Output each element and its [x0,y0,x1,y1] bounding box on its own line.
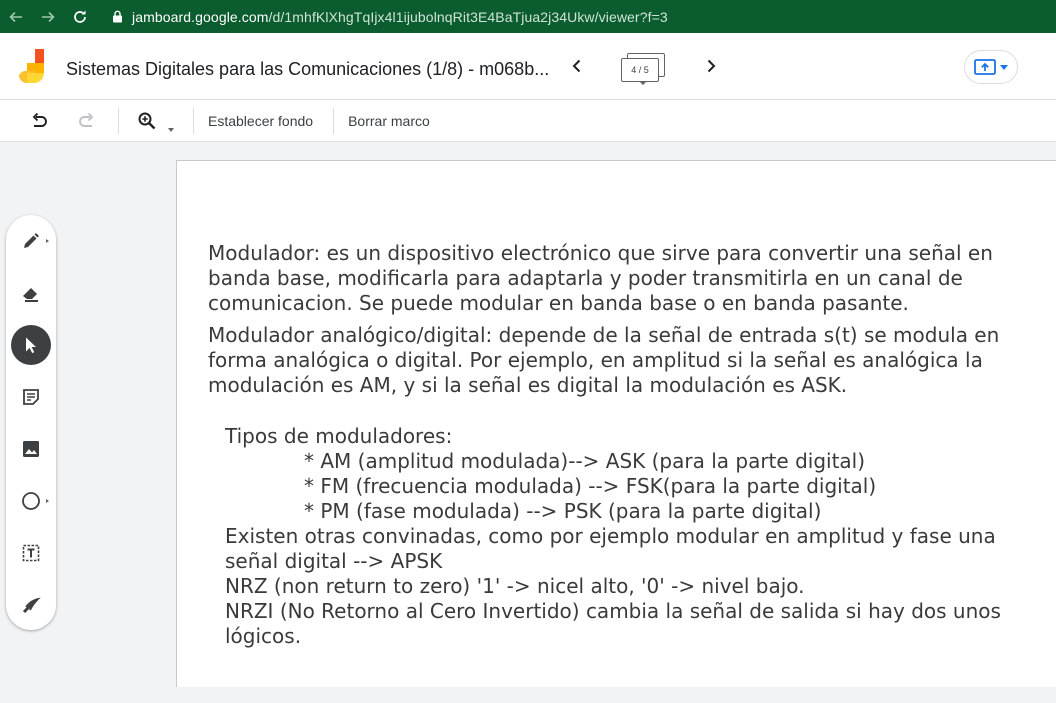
back-button[interactable] [0,0,32,33]
jam-frame-canvas[interactable]: Modulador: es un dispositivo electrónico… [176,160,1056,687]
frame-bar-toggle[interactable]: 4 / 5 [620,51,668,87]
toolbar-divider [118,107,119,134]
redo-button[interactable] [75,109,99,133]
toolbar: Establecer fondo Borrar marco [0,100,1056,142]
select-tool[interactable] [11,325,51,365]
circle-icon [22,492,40,510]
type-list-item: * PM (fase modulada) --> PSK (para la pa… [304,498,822,523]
address-bar[interactable]: jamboard.google.com/d/1mhfKlXhgTqIjx4l1i… [112,9,668,25]
text-box-icon [22,544,40,562]
document-title[interactable]: Sistemas Digitales para las Comunicacion… [66,59,549,80]
eraser-icon [23,288,38,302]
caret-down-icon [640,82,646,85]
url-domain: jamboard.google.com [132,8,269,25]
toolbar-divider [193,107,194,134]
lock-icon [113,10,122,23]
chevron-right-icon[interactable] [700,55,722,77]
undo-button[interactable] [27,109,51,133]
reload-button[interactable] [64,0,96,33]
reload-icon [74,10,86,23]
present-icon [974,59,996,75]
set-background-button[interactable]: Establecer fondo [208,113,313,129]
undo-icon [32,112,47,127]
shape-tool[interactable] [11,481,51,521]
redo-icon [79,112,94,127]
paragraph-nrzi: NRZI (No Retorno al Cero Invertido) camb… [225,599,1001,649]
more-options-indicator [46,499,49,503]
jamboard-logo [19,49,44,83]
laser-tool[interactable] [11,585,51,625]
paragraph-modulator-definition: Modulador: es un dispositivo electrónico… [208,241,993,316]
paragraph-combined: Existen otras convinadas, como por ejemp… [225,523,996,574]
frame-counter-label: 4 / 5 [621,58,659,82]
paragraph-analog-digital: Modulador analógico/digital: depende de … [208,323,1000,398]
type-list-item: * AM (amplitud modulada)--> ASK (para la… [304,448,866,473]
sticky-note-icon [23,389,39,405]
text-box-tool[interactable] [11,533,51,573]
caret-down-icon [1000,64,1008,70]
zoom-dropdown[interactable] [168,119,174,132]
more-options-indicator [46,239,49,243]
laser-icon [22,597,41,614]
image-tool[interactable] [11,429,51,469]
present-button[interactable] [964,50,1018,84]
pen-icon [24,233,39,248]
arrow-right-icon [42,11,55,22]
chevron-left-icon[interactable] [566,55,588,77]
tool-palette [6,215,56,630]
type-list-item: * FM (frecuencia modulada) --> FSK(para … [304,473,877,498]
forward-button[interactable] [32,0,64,33]
canvas-text: Modulador: es un dispositivo electrónico… [208,241,1038,649]
sticky-note-tool[interactable] [11,377,51,417]
types-heading: Tipos de moduladores: [225,423,453,448]
url-path: /d/1mhfKlXhgTqIjx4l1ijubolnqRit3E4BaTjua… [268,8,668,25]
browser-toolbar: jamboard.google.com/d/1mhfKlXhgTqIjx4l1i… [0,0,1056,33]
zoom-button[interactable] [135,109,159,133]
image-icon [23,441,39,457]
app-header: Sistemas Digitales para las Comunicacion… [0,33,1056,100]
paragraph-nrz: NRZ (non return to zero) '1' -> nicel al… [225,574,805,599]
arrow-left-icon [9,11,22,22]
zoom-in-icon [138,112,156,129]
select-icon [26,337,36,354]
pen-tool[interactable] [11,221,51,261]
toolbar-divider [333,107,335,134]
clear-frame-button[interactable]: Borrar marco [348,113,430,129]
caret-down-icon [168,127,174,132]
eraser-tool[interactable] [11,273,51,313]
